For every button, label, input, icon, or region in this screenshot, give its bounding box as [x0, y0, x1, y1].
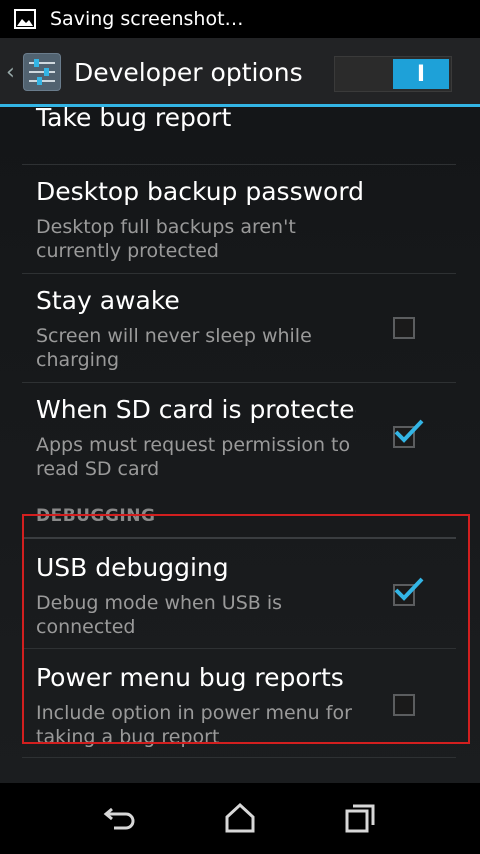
stay-awake-checkbox[interactable]	[393, 317, 415, 339]
status-bar: Saving screenshot…	[0, 0, 480, 38]
notification-text: Saving screenshot…	[50, 8, 244, 30]
up-caret-icon[interactable]: ‹	[6, 60, 16, 85]
setting-stay-awake[interactable]: Stay awake Screen will never sleep while…	[0, 274, 480, 382]
sd-card-protected-checkbox[interactable]	[393, 419, 424, 448]
checkmark-icon	[394, 419, 424, 443]
setting-desktop-backup-password[interactable]: Desktop backup password Desktop full bac…	[0, 165, 480, 273]
setting-sd-card-protected[interactable]: When SD card is protected Apps must requ…	[0, 383, 480, 491]
setting-summary: Apps must request permission to read SD …	[36, 434, 351, 480]
toggle-thumb: I	[393, 59, 449, 89]
navigation-bar	[0, 783, 480, 854]
developer-options-toggle[interactable]: I	[334, 56, 452, 92]
page-title: Developer options	[74, 57, 303, 87]
highlight-box	[22, 514, 470, 744]
back-icon[interactable]	[102, 801, 138, 835]
image-icon	[14, 9, 36, 29]
home-icon[interactable]	[222, 801, 258, 835]
setting-take-bug-report[interactable]: Take bug report	[0, 107, 480, 165]
setting-summary: Screen will never sleep while charging	[36, 325, 312, 371]
setting-title: Desktop backup password	[36, 177, 365, 206]
setting-summary: Desktop full backups aren't currently pr…	[36, 216, 296, 262]
setting-title: Take bug report	[36, 107, 232, 132]
settings-sliders-icon[interactable]	[20, 50, 64, 94]
recent-apps-icon[interactable]	[342, 801, 378, 835]
settings-list[interactable]: Take bug report Desktop backup password …	[0, 107, 480, 783]
setting-title: When SD card is protected	[36, 395, 356, 424]
divider	[22, 757, 456, 758]
setting-title: Stay awake	[36, 286, 180, 315]
